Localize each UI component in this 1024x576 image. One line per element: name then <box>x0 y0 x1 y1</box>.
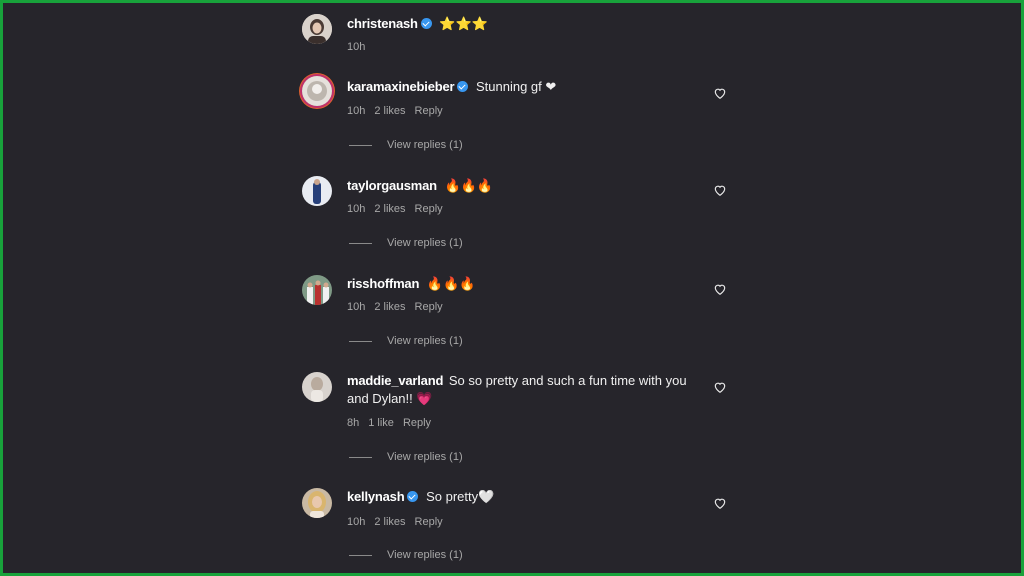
view-replies-button[interactable]: View replies (1) <box>349 139 463 151</box>
comment-text-row: risshoffman 🔥🔥🔥 <box>347 275 707 293</box>
view-replies-button[interactable]: View replies (1) <box>349 549 463 561</box>
view-replies-button[interactable]: View replies (1) <box>349 451 463 463</box>
comment-body: ⭐⭐⭐ <box>439 16 488 31</box>
comment-text-row: karamaxinebieber Stunning gf ❤ <box>347 78 707 96</box>
like-count[interactable]: 2 likes <box>374 516 405 528</box>
like-count[interactable]: 2 likes <box>374 105 405 117</box>
comment-meta: 10h 2 likes Reply <box>347 301 452 313</box>
comments-feed: christenash ⭐⭐⭐ 10h karamaxinebieber Stu… <box>300 0 740 576</box>
verified-badge-icon <box>407 491 419 502</box>
avatar-image <box>302 76 332 106</box>
avatar-image <box>302 14 332 44</box>
avatar[interactable] <box>302 76 332 106</box>
heart-outline-icon[interactable] <box>713 282 727 296</box>
timestamp: 10h <box>347 105 366 117</box>
comment-meta: 10h 2 likes Reply <box>347 105 452 117</box>
avatar[interactable] <box>302 372 332 402</box>
view-replies-line <box>349 242 372 244</box>
avatar-image <box>302 488 332 518</box>
username[interactable]: karamaxinebieber <box>347 79 455 94</box>
view-replies-label: View replies (1) <box>387 451 463 463</box>
avatar-image <box>302 372 332 402</box>
avatar[interactable] <box>302 14 332 44</box>
like-count[interactable]: 2 likes <box>374 203 405 215</box>
verified-badge-icon <box>457 81 469 92</box>
timestamp: 10h <box>347 203 366 215</box>
heart-outline-icon[interactable] <box>713 380 727 394</box>
username[interactable]: kellynash <box>347 489 405 504</box>
comment-meta: 8h 1 like Reply <box>347 417 440 429</box>
avatar-image <box>302 275 332 305</box>
view-replies-button[interactable]: View replies (1) <box>349 335 463 347</box>
view-replies-label: View replies (1) <box>387 549 463 561</box>
timestamp: 8h <box>347 417 360 429</box>
view-replies-line <box>349 340 372 342</box>
reply-button[interactable]: Reply <box>415 301 443 313</box>
reply-button[interactable]: Reply <box>415 516 443 528</box>
comment-meta: 10h 2 likes Reply <box>347 516 452 528</box>
comment-text-row: taylorgausman 🔥🔥🔥 <box>347 177 707 195</box>
comment-body: Stunning gf ❤ <box>476 79 557 94</box>
reply-button[interactable]: Reply <box>415 105 443 117</box>
comment-body: 🔥🔥🔥 <box>444 178 494 193</box>
username[interactable]: christenash <box>347 16 418 31</box>
comment-meta: 10h 2 likes Reply <box>347 203 452 215</box>
username[interactable]: risshoffman <box>347 276 419 291</box>
timestamp: 10h <box>347 516 366 528</box>
heart-outline-icon[interactable] <box>713 183 727 197</box>
reply-button[interactable]: Reply <box>403 417 431 429</box>
avatar-image <box>302 176 332 206</box>
view-replies-line <box>349 554 372 556</box>
avatar[interactable] <box>302 176 332 206</box>
username[interactable]: taylorgausman <box>347 178 437 193</box>
view-replies-line <box>349 456 372 458</box>
view-replies-line <box>349 144 372 146</box>
heart-outline-icon[interactable] <box>713 86 727 100</box>
comment-meta: 10h <box>347 41 374 53</box>
reply-button[interactable]: Reply <box>415 203 443 215</box>
like-count[interactable]: 2 likes <box>374 301 405 313</box>
view-replies-label: View replies (1) <box>387 139 463 151</box>
like-count[interactable]: 1 like <box>368 417 394 429</box>
heart-outline-icon[interactable] <box>713 496 727 510</box>
verified-badge-icon <box>420 18 432 29</box>
comment-body: 🔥🔥🔥 <box>426 276 476 291</box>
username[interactable]: maddie_varland <box>347 373 443 388</box>
avatar[interactable] <box>302 488 332 518</box>
timestamp: 10h <box>347 41 366 53</box>
comment-body: So pretty🤍 <box>426 489 495 504</box>
comment-text-row: kellynash So pretty🤍 <box>347 488 707 506</box>
comment-text-row: maddie_varland So so pretty and such a f… <box>347 372 707 408</box>
view-replies-label: View replies (1) <box>387 237 463 249</box>
avatar[interactable] <box>302 275 332 305</box>
timestamp: 10h <box>347 301 366 313</box>
view-replies-button[interactable]: View replies (1) <box>349 237 463 249</box>
view-replies-label: View replies (1) <box>387 335 463 347</box>
comment-text-row: christenash ⭐⭐⭐ <box>347 15 707 33</box>
